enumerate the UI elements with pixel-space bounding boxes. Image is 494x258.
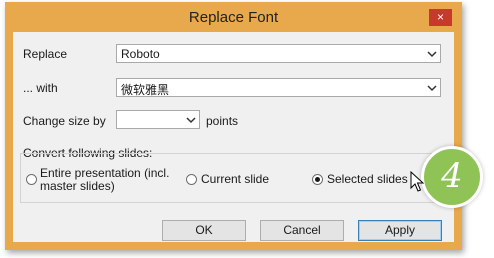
chevron-down-icon (186, 117, 196, 124)
replace-font-value: Roboto (121, 47, 160, 61)
dialog-body: Replace Roboto ... with 微软雅黑 Change size… (13, 32, 454, 242)
with-font-value: 微软雅黑 (121, 83, 170, 97)
replace-font-select[interactable]: Roboto (116, 44, 441, 63)
convert-group: Entire presentation (incl. master slides… (20, 153, 444, 203)
current-slide-radio[interactable] (186, 174, 197, 185)
size-select[interactable] (116, 110, 200, 129)
chevron-down-icon (427, 85, 437, 92)
entire-presentation-label-line2: master slides) (40, 179, 115, 193)
apply-button[interactable]: Apply (358, 220, 442, 241)
selected-slides-radio[interactable] (312, 174, 323, 185)
mouse-pointer-icon (410, 171, 424, 192)
with-label: ... with (23, 81, 58, 95)
selected-slides-label[interactable]: Selected slides (327, 172, 408, 186)
with-font-select[interactable]: 微软雅黑 (116, 78, 441, 97)
step-number-badge: 4 (421, 146, 483, 208)
cancel-button[interactable]: Cancel (260, 220, 344, 241)
current-slide-label[interactable]: Current slide (201, 172, 269, 186)
replace-font-dialog: Replace Font × Replace Roboto ... with 微… (5, 2, 462, 250)
entire-presentation-label[interactable]: Entire presentation (incl. master slides… (40, 167, 169, 193)
replace-label: Replace (23, 47, 68, 61)
ok-button[interactable]: OK (162, 220, 246, 241)
chevron-down-icon (427, 51, 437, 58)
entire-presentation-radio[interactable] (26, 174, 37, 185)
points-label: points (206, 114, 239, 128)
entire-presentation-label-line1: Entire presentation (incl. (40, 166, 170, 180)
title-bar[interactable]: Replace Font × (5, 2, 462, 32)
close-button[interactable]: × (429, 9, 452, 26)
dialog-title: Replace Font (188, 9, 279, 26)
size-label: Change size by (23, 114, 106, 128)
